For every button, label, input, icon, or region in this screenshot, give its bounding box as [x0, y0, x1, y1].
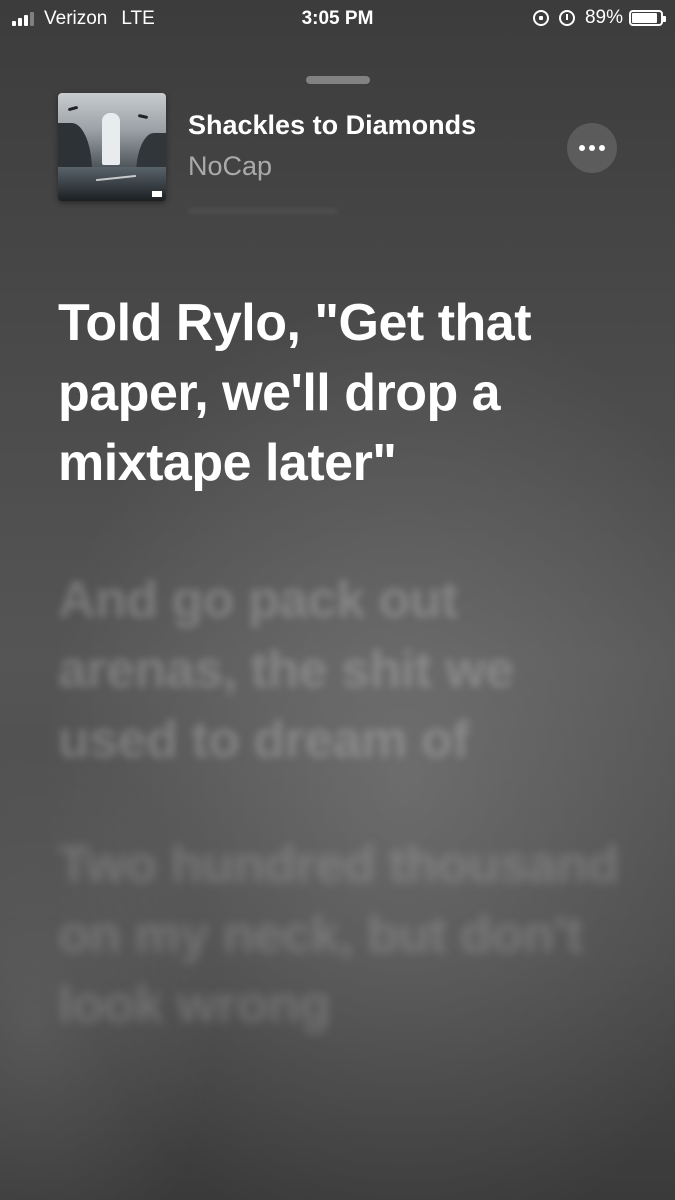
ellipsis-icon [579, 145, 585, 151]
status-bar: Verizon LTE 3:05 PM 89% [0, 0, 675, 38]
faint-subtitle-line [188, 208, 338, 214]
current-lyric-line[interactable]: Told Rylo, "Get that paper, we'll drop a… [58, 288, 638, 498]
more-options-button[interactable] [567, 123, 617, 173]
battery-icon [629, 10, 666, 26]
alarm-icon [558, 10, 575, 26]
battery-percent: 89% [584, 7, 623, 28]
orientation-lock-icon [532, 10, 549, 26]
status-right: 89% [532, 7, 666, 29]
upcoming-lyric-line[interactable]: Two hundred thousand on my neck, but don… [58, 830, 638, 1040]
sheet-grabber-handle[interactable] [306, 76, 370, 84]
upcoming-lyric-line[interactable]: And go pack out arenas, the shit we used… [58, 565, 638, 775]
track-title[interactable]: Shackles to Diamonds [188, 110, 528, 141]
album-art[interactable] [58, 93, 166, 201]
battery-fill [632, 13, 657, 23]
track-artist[interactable]: NoCap [188, 151, 272, 182]
